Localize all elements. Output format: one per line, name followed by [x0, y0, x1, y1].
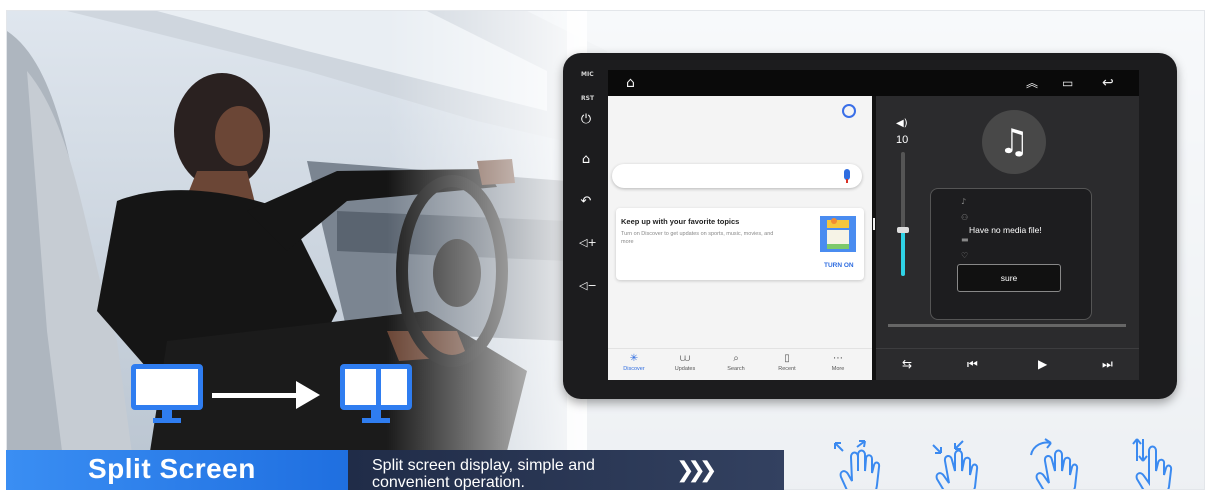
recents-icon[interactable]: ▭ — [1062, 74, 1073, 92]
divider-handle[interactable] — [873, 218, 875, 230]
card-body: Turn on Discover to get updates on sport… — [621, 231, 774, 245]
nav-label: Discover — [623, 366, 645, 372]
volume-handle[interactable] — [897, 227, 909, 233]
double-chevron-up-icon[interactable]: ︽ — [1026, 74, 1038, 92]
back-icon[interactable]: ↶ — [579, 195, 593, 209]
previous-icon[interactable]: ⏮ — [967, 356, 978, 372]
nav-label: Search — [727, 366, 745, 372]
monitor-base — [362, 418, 390, 423]
back-arrow-icon[interactable]: ↩ — [1102, 74, 1114, 92]
media-app-pane: ◀) 10 ♫ ♪ ⚇ Have no media file! ▬ ♡ sure… — [876, 96, 1139, 380]
status-bar: ⌂ ︽ ▭ ↩ — [608, 70, 1139, 96]
microphone-icon[interactable] — [844, 169, 850, 183]
pinch-in-gesture-icon — [932, 440, 979, 489]
bottom-navigation: ✳ Discover ⩊ Updates ⌕ Search ▯ Recent ⋯… — [608, 348, 872, 380]
product-banner: MIC RST ⏻ ⌂ ↶ ◁+ ◁− ⌂ ︽ ▭ ↩ Keep up with… — [0, 0, 1211, 497]
rotate-gesture-icon — [1030, 438, 1079, 489]
discover-app-pane: Keep up with your favorite topics Turn o… — [608, 96, 872, 380]
split-divider — [376, 369, 381, 405]
car-head-unit: MIC RST ⏻ ⌂ ↶ ◁+ ◁− ⌂ ︽ ▭ ↩ Keep up with… — [563, 53, 1177, 399]
play-icon[interactable]: ▶ — [1038, 356, 1047, 372]
more-icon: ⋯ — [833, 353, 843, 364]
feature-title: Split Screen — [88, 453, 256, 484]
folder-icon: ▬ — [961, 235, 969, 244]
nav-updates[interactable]: ⩊ Updates — [663, 353, 707, 374]
discover-card: Keep up with your favorite topics Turn o… — [616, 208, 864, 280]
search-input[interactable] — [612, 164, 862, 188]
dialog-message: Have no media file! — [969, 225, 1042, 235]
nav-label: Updates — [674, 366, 696, 372]
nav-label: More — [831, 366, 845, 372]
swipe-vertical-gesture-icon — [1132, 438, 1173, 489]
person-icon: ⚇ — [961, 213, 969, 222]
discover-icon: ✳ — [629, 353, 639, 364]
head-unit-screen: ⌂ ︽ ▭ ↩ Keep up with your favorite topic… — [608, 70, 1139, 380]
pinch-out-gesture-icon — [834, 440, 881, 489]
power-icon[interactable]: ⏻ — [579, 113, 593, 127]
discover-illustration-icon — [820, 216, 856, 252]
volume-up-icon[interactable]: ◁+ — [579, 236, 597, 250]
next-icon[interactable]: ⏭ — [1102, 356, 1113, 372]
home-icon[interactable]: ⌂ — [579, 153, 593, 167]
search-icon: ⌕ — [733, 353, 739, 364]
repeat-icon[interactable]: ⇆ — [902, 356, 912, 372]
nav-more[interactable]: ⋯ More — [816, 353, 860, 374]
music-icon: ♪ — [961, 197, 967, 206]
volume-fill — [901, 231, 905, 276]
nav-recent[interactable]: ▯ Recent — [765, 353, 809, 374]
nav-label: Recent — [778, 366, 796, 372]
volume-down-icon[interactable]: ◁− — [579, 279, 597, 293]
arrow-head — [296, 381, 320, 409]
profile-icon[interactable] — [842, 104, 856, 118]
heart-icon: ♡ — [961, 251, 969, 260]
rst-label: RST — [581, 95, 595, 102]
home-outline-icon[interactable]: ⌂ — [626, 74, 635, 92]
updates-icon: ⩊ — [679, 353, 691, 364]
progress-bar[interactable] — [888, 324, 1126, 327]
single-screen-monitor-icon — [131, 364, 203, 410]
nav-discover[interactable]: ✳ Discover — [612, 353, 656, 374]
transfer-arrow — [212, 393, 298, 398]
nav-search[interactable]: ⌕ Search — [714, 353, 758, 374]
speaker-icon: ◀) — [896, 118, 908, 129]
recent-icon: ▯ — [784, 353, 790, 364]
no-media-dialog: ♪ ⚇ Have no media file! ▬ ♡ sure — [930, 188, 1092, 320]
feature-description: Split screen display, simple and conveni… — [372, 457, 595, 491]
sure-button[interactable]: sure — [957, 264, 1061, 292]
feature-description-banner: Split screen display, simple and conveni… — [348, 450, 784, 491]
mic-label: MIC — [581, 71, 594, 78]
music-note-icon: ♫ — [998, 122, 1030, 162]
monitor-base — [153, 418, 181, 423]
volume-value: 10 — [896, 134, 909, 146]
turn-on-button[interactable]: TURN ON — [824, 262, 854, 269]
media-controls: ⇆ ⏮ ▶ ⏭ — [876, 348, 1139, 380]
feature-title-banner: Split Screen — [6, 450, 348, 490]
card-title: Keep up with your favorite topics — [621, 217, 740, 226]
chevron-right-icon: ❯❯❯ — [676, 458, 717, 483]
split-screen-monitor-icon — [340, 364, 412, 410]
